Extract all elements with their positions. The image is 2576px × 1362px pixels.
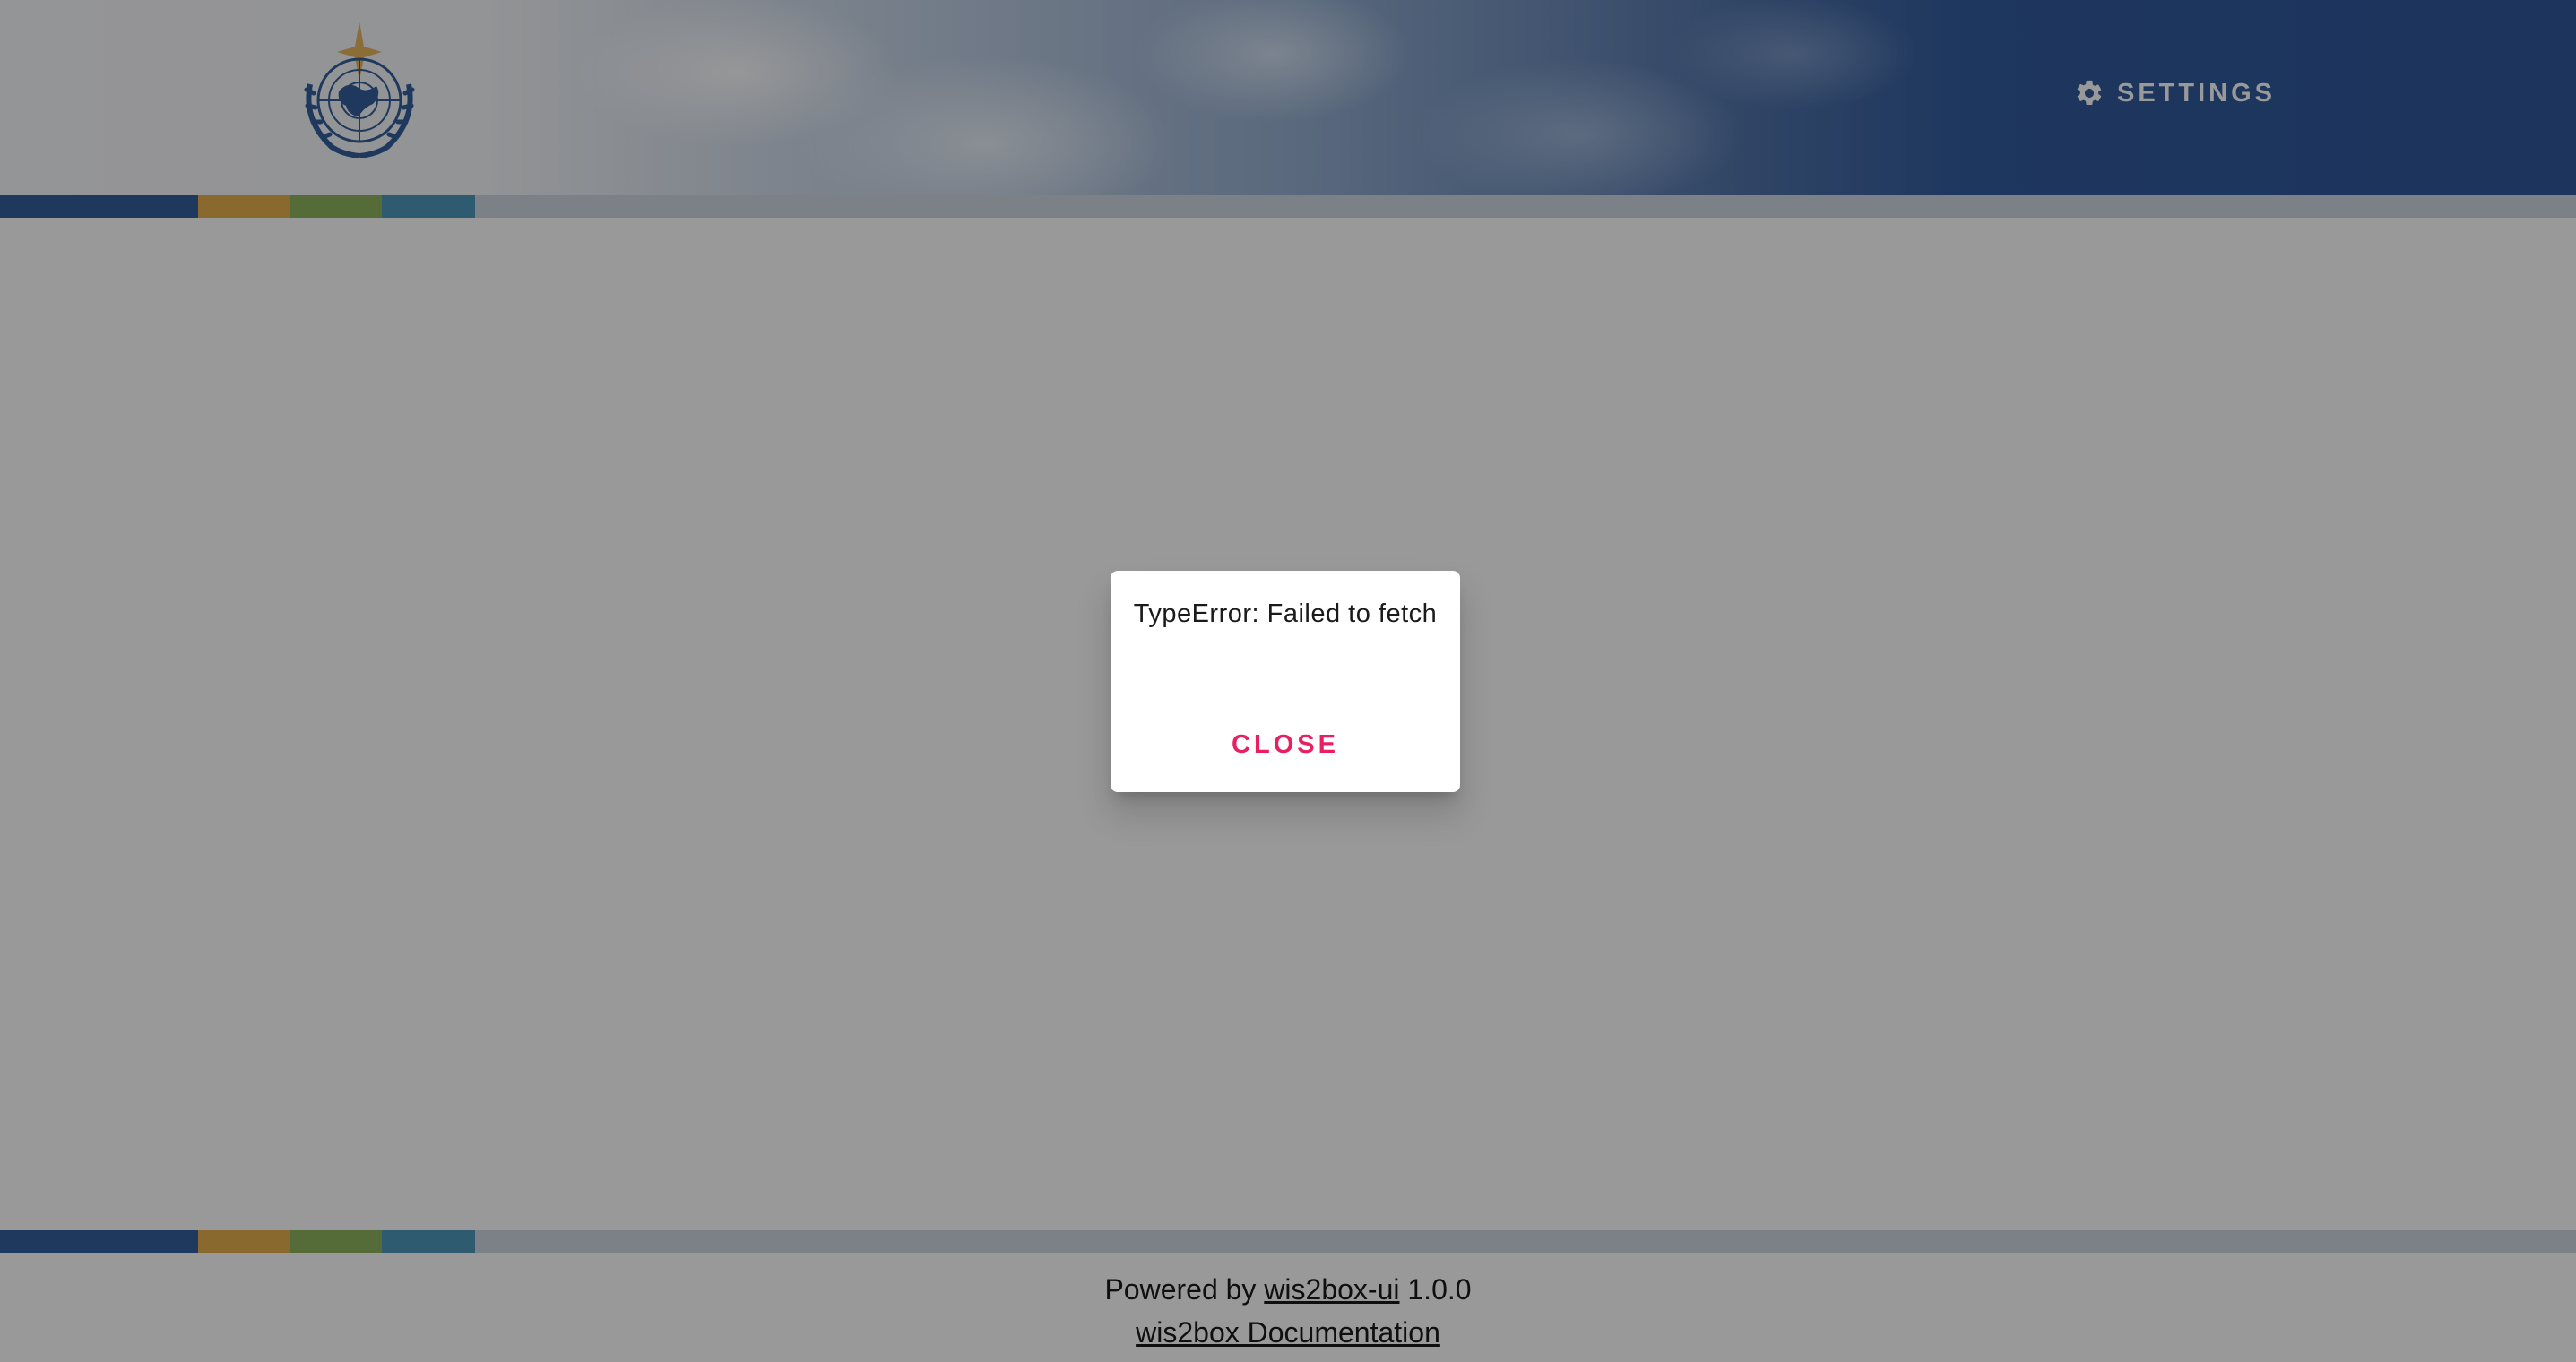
error-message: TypeError: Failed to fetch: [1133, 599, 1438, 628]
close-button[interactable]: CLOSE: [1209, 721, 1361, 768]
error-dialog: TypeError: Failed to fetch CLOSE: [1111, 571, 1460, 792]
